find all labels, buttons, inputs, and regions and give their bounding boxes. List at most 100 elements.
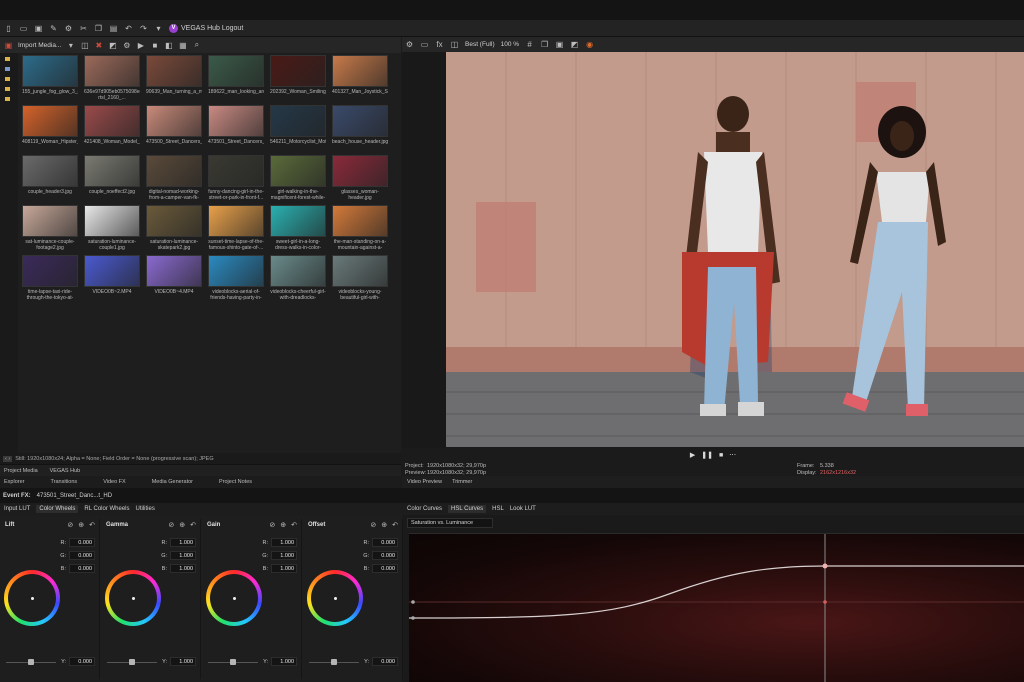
channel-g-field[interactable]: 1.000 xyxy=(170,551,196,560)
media-thumbnail[interactable]: saturation-luminance-skatepark2.jpg xyxy=(146,205,202,251)
play-icon[interactable]: ▶ xyxy=(690,451,695,459)
media-thumbnail[interactable]: 90639_Man_turning_a_movie_projector_lens… xyxy=(146,55,202,101)
preview-settings-icon[interactable]: ⚙ xyxy=(405,40,414,49)
reset-icon[interactable]: ↶ xyxy=(89,521,95,529)
dropdown-icon[interactable]: ▾ xyxy=(66,41,75,50)
stop-icon[interactable]: ■ xyxy=(150,41,159,50)
luminance-slider-handle[interactable] xyxy=(129,659,135,665)
picker-icon[interactable]: ⊘ xyxy=(168,521,174,529)
scopes-icon[interactable]: ◩ xyxy=(570,40,579,49)
copy-snapshot-icon[interactable]: ❐ xyxy=(540,40,549,49)
wheel-center-point[interactable] xyxy=(233,597,236,600)
media-thumbnail[interactable]: 473501_Street_Dancers_Friends_Dancing_Mu… xyxy=(208,105,264,151)
media-thumbnail[interactable]: sat-luminance-couple-footage2.jpg xyxy=(22,205,78,251)
channel-r-field[interactable]: 0.000 xyxy=(372,538,398,547)
properties-icon[interactable]: ⚙ xyxy=(122,41,131,50)
channel-b-field[interactable]: 0.000 xyxy=(69,564,95,573)
media-tree[interactable] xyxy=(0,53,18,453)
tab-color-curves[interactable]: Color Curves xyxy=(407,506,442,512)
wheel-center-point[interactable] xyxy=(132,597,135,600)
tab-rl-color-wheels[interactable]: RL Color Wheels xyxy=(84,506,129,512)
channel-y-field[interactable]: 1.000 xyxy=(170,657,196,666)
collapse-icon[interactable]: ‹ › xyxy=(3,455,13,462)
save-icon[interactable]: ▣ xyxy=(34,24,43,33)
channel-y-field[interactable]: 1.000 xyxy=(271,657,297,666)
settings-icon[interactable]: ⚙ xyxy=(64,24,73,33)
media-thumbnail[interactable]: VIDEO0B~4.MP4 xyxy=(146,255,202,301)
channel-r-field[interactable]: 1.000 xyxy=(271,538,297,547)
tab-project-notes[interactable]: Project Notes xyxy=(219,479,252,485)
channel-g-field[interactable]: 0.000 xyxy=(372,551,398,560)
target-icon[interactable]: ⊕ xyxy=(381,521,387,529)
reset-icon[interactable]: ↶ xyxy=(392,521,398,529)
import-icon[interactable]: ▣ xyxy=(4,41,13,50)
import-media-button[interactable]: Import Media... xyxy=(18,42,61,49)
remove-icon[interactable]: ✖ xyxy=(94,41,103,50)
media-thumbnail[interactable]: 546211_Motorcyclist_Motorcycle_Garage_He… xyxy=(270,105,326,151)
tab-hsl-curves[interactable]: HSL Curves xyxy=(448,505,487,513)
reset-icon[interactable]: ↶ xyxy=(190,521,196,529)
redo-icon[interactable]: ↷ xyxy=(139,24,148,33)
media-thumbnail[interactable]: videoblocks-young-beautiful-girl-with-af… xyxy=(332,255,388,301)
media-thumbnail[interactable]: 421408_Woman_Model_Hand_and_Performance_… xyxy=(84,105,140,151)
target-icon[interactable]: ⊕ xyxy=(179,521,185,529)
stop-icon[interactable]: ■ xyxy=(719,452,723,459)
copy-icon[interactable]: ❐ xyxy=(94,24,103,33)
folder-icon[interactable] xyxy=(5,67,10,71)
media-thumbnail[interactable]: 408119_Woman_Hipster_Polaroid_Camera_By_… xyxy=(22,105,78,151)
media-thumbnail[interactable]: couple_header3.jpg xyxy=(22,155,78,201)
paste-icon[interactable]: ▤ xyxy=(109,24,118,33)
tab-utilities[interactable]: Utilities xyxy=(136,506,155,512)
external-monitor-icon[interactable]: ▭ xyxy=(420,40,429,49)
channel-r-field[interactable]: 0.000 xyxy=(69,538,95,547)
tab-hsl[interactable]: HSL xyxy=(492,506,504,512)
media-thumbnail[interactable]: the-man-standing-on-a-mountain-against-a… xyxy=(332,205,388,251)
overlay-icon[interactable]: # xyxy=(525,40,534,49)
media-thumbnail[interactable]: sweet-girl-in-a-long-dress-walks-in-colo… xyxy=(270,205,326,251)
media-thumbnail[interactable]: sunset-time-lapse-of-the-famous-shinto-g… xyxy=(208,205,264,251)
edit-icon[interactable]: ✎ xyxy=(49,24,58,33)
tab-media-generator[interactable]: Media Generator xyxy=(152,479,193,485)
picker-icon[interactable]: ⊘ xyxy=(370,521,376,529)
channel-b-field[interactable]: 1.000 xyxy=(271,564,297,573)
picker-icon[interactable]: ⊘ xyxy=(269,521,275,529)
search-icon[interactable]: ⌕ xyxy=(192,40,201,50)
media-thumbnail[interactable]: videoblocks-aerial-of-friends-having-par… xyxy=(208,255,264,301)
tab-trimmer[interactable]: Trimmer xyxy=(452,479,472,485)
media-thumbnail[interactable]: 155_jungle_fog_glow_3_4_sphinxmask_2160_… xyxy=(22,55,78,101)
channel-r-field[interactable]: 1.000 xyxy=(170,538,196,547)
wheel-center-point[interactable] xyxy=(31,597,34,600)
vegas-hub-logout[interactable]: VEGAS Hub Logout xyxy=(181,25,243,32)
capture-icon[interactable]: ◫ xyxy=(80,41,89,50)
split-screen-icon[interactable]: ◫ xyxy=(450,40,459,49)
target-icon[interactable]: ⊕ xyxy=(280,521,286,529)
new-file-icon[interactable]: ▯ xyxy=(4,24,13,33)
tab-video-preview[interactable]: Video Preview xyxy=(407,479,442,485)
tab-transitions[interactable]: Transitions xyxy=(50,479,77,485)
auto-preview-icon[interactable]: ◧ xyxy=(164,41,173,50)
media-thumbnail[interactable]: videoblocks-cheerful-girl-with-dreadlock… xyxy=(270,255,326,301)
media-thumbnail[interactable]: 401327_Man_Joystick_Sea_Beach_By_John_Ri… xyxy=(332,55,388,101)
folder-icon[interactable] xyxy=(5,97,10,101)
fx-icon[interactable]: fx xyxy=(435,40,444,49)
save-snapshot-icon[interactable]: ▣ xyxy=(555,40,564,49)
channel-b-field[interactable]: 1.000 xyxy=(170,564,196,573)
wheel-center-point[interactable] xyxy=(334,597,337,600)
media-thumbnail[interactable]: funny-dancing-girl-in-the-street-or-park… xyxy=(208,155,264,201)
open-folder-icon[interactable]: ▭ xyxy=(19,24,28,33)
channel-g-field[interactable]: 0.000 xyxy=(69,551,95,560)
tab-look-lut[interactable]: Look LUT xyxy=(510,506,536,512)
play-icon[interactable]: ▶ xyxy=(136,41,145,50)
media-thumbnail[interactable]: couple_noeffect2.jpg xyxy=(84,155,140,201)
tab-color-wheels[interactable]: Color Wheels xyxy=(36,505,79,513)
more-icon[interactable]: ⋯ xyxy=(729,451,736,459)
media-thumbnail[interactable]: digital-nomad-working-from-a-camper-van-… xyxy=(146,155,202,201)
target-icon[interactable]: ⊕ xyxy=(78,521,84,529)
folder-icon[interactable] xyxy=(5,57,10,61)
media-thumbnail[interactable]: time-lapse-taxi-ride-through-the-tokyo-a… xyxy=(22,255,78,301)
folder-icon[interactable] xyxy=(5,77,10,81)
tab-explorer[interactable]: Explorer xyxy=(4,479,24,485)
media-thumbnail[interactable]: glasses_woman-header.jpg xyxy=(332,155,388,201)
tab-vegas-hub[interactable]: VEGAS Hub xyxy=(50,468,81,474)
curve-editor[interactable] xyxy=(408,533,1024,682)
